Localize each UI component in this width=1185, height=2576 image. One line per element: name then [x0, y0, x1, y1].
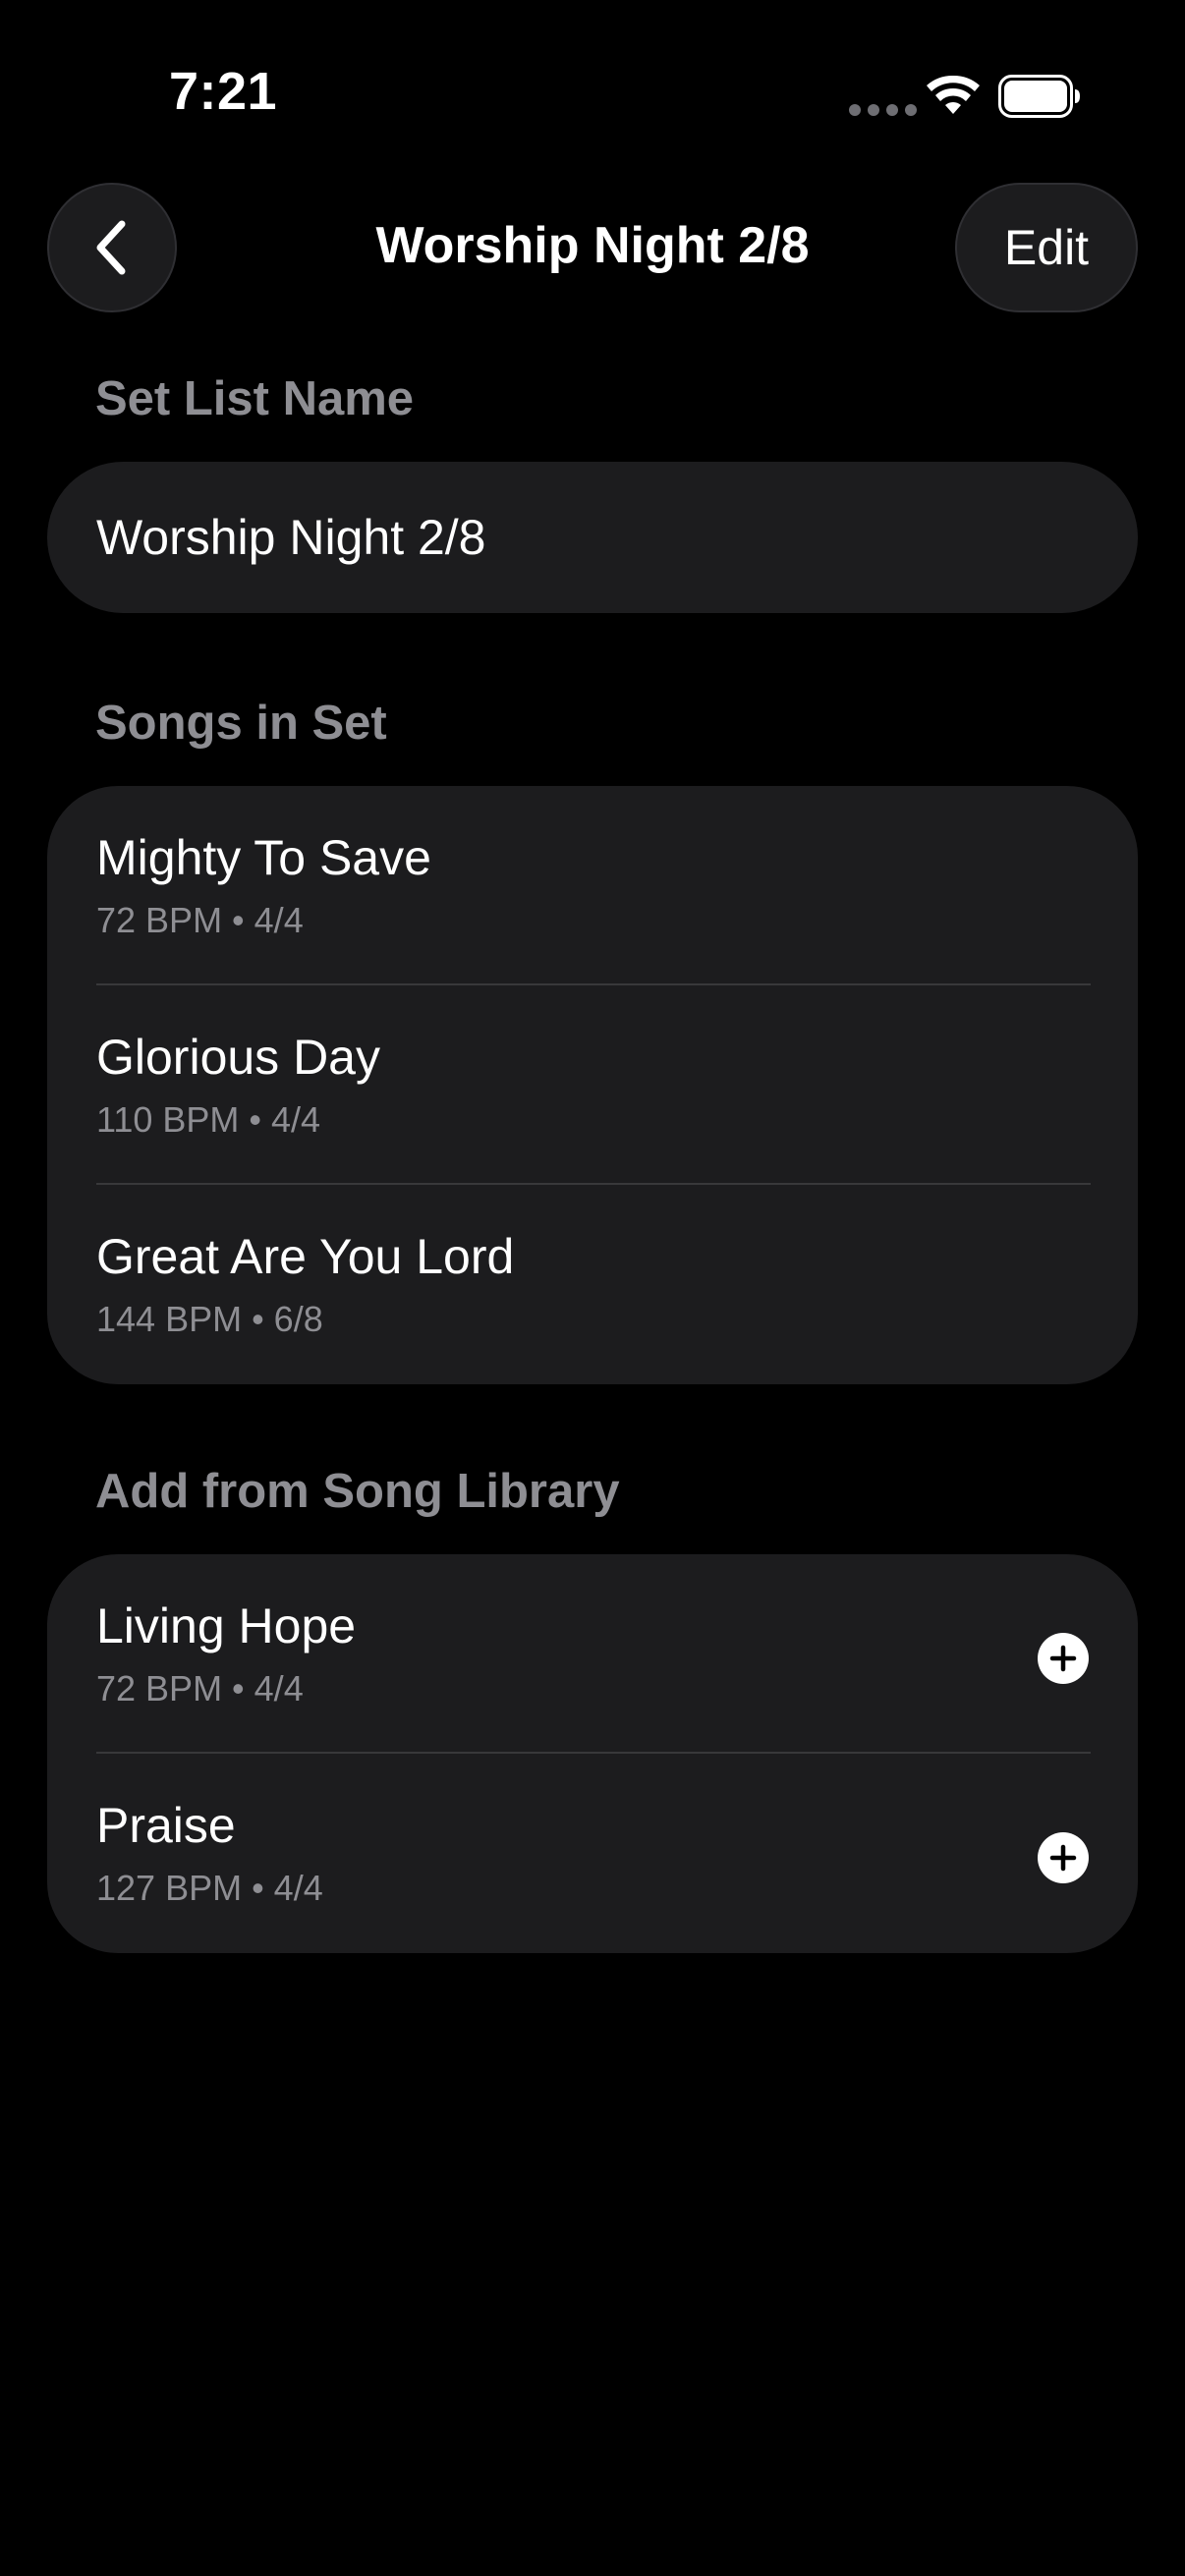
song-meta: 110 BPM • 4/4	[96, 1099, 321, 1140]
plus-circle-icon	[1049, 1645, 1077, 1672]
edit-button[interactable]: Edit	[955, 183, 1138, 312]
song-library-header: Add from Song Library	[95, 1465, 620, 1518]
song-title: Living Hope	[96, 1598, 357, 1653]
song-row[interactable]: Great Are You Lord 144 BPM • 6/8	[47, 1185, 1138, 1384]
song-row[interactable]: Mighty To Save 72 BPM • 4/4	[47, 786, 1138, 985]
songs-in-set-list: Mighty To Save 72 BPM • 4/4 Glorious Day…	[47, 786, 1138, 1384]
library-song-row: Living Hope 72 BPM • 4/4	[47, 1554, 1138, 1754]
song-meta: 72 BPM • 4/4	[96, 1668, 304, 1708]
add-song-button[interactable]	[1038, 1633, 1089, 1684]
song-title: Glorious Day	[96, 1030, 380, 1085]
wifi-icon	[927, 75, 980, 114]
set-list-name-field[interactable]: Worship Night 2/8	[47, 462, 1138, 613]
set-list-name-header: Set List Name	[95, 372, 415, 425]
song-title: Praise	[96, 1798, 236, 1853]
plus-circle-icon	[1049, 1844, 1077, 1872]
song-row[interactable]: Glorious Day 110 BPM • 4/4	[47, 985, 1138, 1185]
status-time: 7:21	[169, 62, 278, 121]
screen: 7:21 Worship Night 2/8 Edit Set List Nam…	[0, 0, 1185, 2576]
song-meta: 72 BPM • 4/4	[96, 900, 304, 940]
song-library-list: Living Hope 72 BPM • 4/4 Praise 127 BPM …	[47, 1554, 1138, 1953]
song-meta: 127 BPM • 4/4	[96, 1868, 323, 1908]
song-title: Great Are You Lord	[96, 1229, 515, 1284]
library-song-row: Praise 127 BPM • 4/4	[47, 1754, 1138, 1953]
song-title: Mighty To Save	[96, 830, 431, 885]
status-bar: 7:21	[0, 0, 1185, 187]
battery-icon	[998, 75, 1080, 118]
songs-in-set-header: Songs in Set	[95, 697, 387, 750]
add-song-button[interactable]	[1038, 1832, 1089, 1883]
song-meta: 144 BPM • 6/8	[96, 1299, 323, 1339]
cellular-signal-icon	[849, 104, 917, 116]
